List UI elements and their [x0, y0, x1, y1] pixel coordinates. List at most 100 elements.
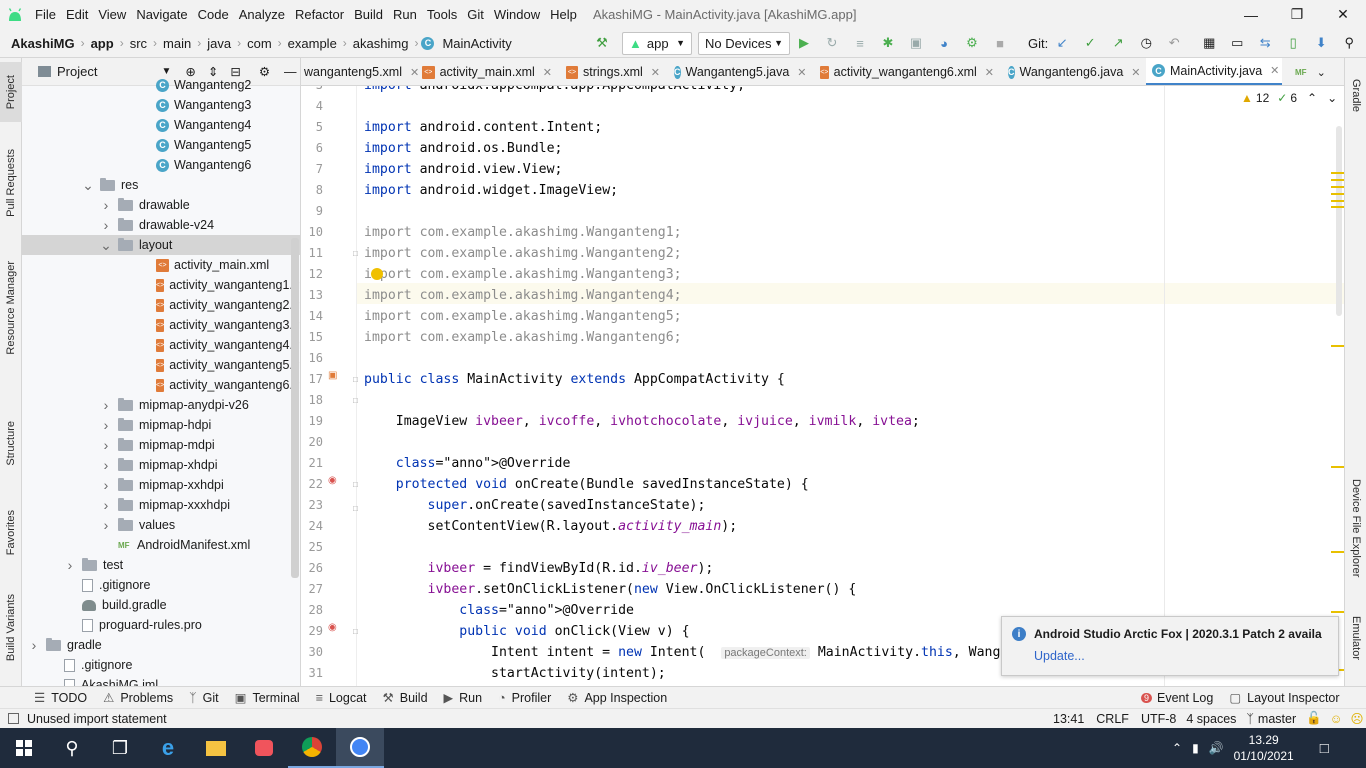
breadcrumb-akashimg[interactable]: AkashiMG: [8, 36, 78, 51]
bottom-tab-run[interactable]: ▶ Run: [444, 690, 483, 706]
project-structure-icon[interactable]: ▦: [1198, 31, 1220, 55]
device-select[interactable]: No Devices ▼: [698, 31, 790, 55]
close-icon[interactable]: ✕: [1131, 66, 1140, 79]
warning-stripe-mark[interactable]: [1331, 611, 1344, 613]
bottom-tab-profiler[interactable]: ◔ Profiler: [498, 691, 551, 705]
maximize-button[interactable]: ❐: [1274, 0, 1320, 29]
fold-icon[interactable]: □: [353, 504, 358, 513]
tool-tab-project[interactable]: Project: [0, 62, 22, 122]
close-icon[interactable]: ✕: [985, 66, 994, 79]
fold-icon[interactable]: □: [353, 249, 358, 258]
breadcrumb-mainactivity[interactable]: MainActivity: [439, 36, 514, 51]
profile-icon[interactable]: ◕: [933, 31, 955, 55]
close-icon[interactable]: ✕: [543, 66, 552, 79]
caret-position[interactable]: 13:41: [1053, 712, 1084, 726]
intention-bulb-icon[interactable]: [371, 268, 383, 280]
tree-item-activity-main-xml[interactable]: <> activity_main.xml: [22, 255, 300, 275]
tree-item-mipmap-xxxhdpi[interactable]: › mipmap-xxxhdpi: [22, 495, 300, 515]
git-branch[interactable]: master: [1258, 712, 1296, 726]
tree-item-mipmap-hdpi[interactable]: › mipmap-hdpi: [22, 415, 300, 435]
tool-tab-structure[interactable]: Structure: [0, 408, 22, 478]
tree-item-activity-wanganteng2-xml[interactable]: <> activity_wanganteng2.xml: [22, 295, 300, 315]
line-separator[interactable]: CRLF: [1096, 712, 1129, 726]
chevron-up-icon[interactable]: ⌃: [1172, 741, 1182, 755]
bottom-tab-git[interactable]: ᛉ Git: [189, 691, 219, 705]
lock-icon[interactable]: 🔓: [1306, 711, 1322, 726]
event-log-tab[interactable]: 9 Event Log: [1141, 691, 1213, 705]
tool-tab-favorites[interactable]: Favorites: [0, 498, 22, 568]
tool-tab-device-file-explorer[interactable]: Device File Explorer: [1345, 468, 1366, 588]
menu-refactor[interactable]: Refactor: [290, 0, 349, 29]
android-studio-icon[interactable]: [336, 728, 384, 768]
sync-gradle-icon[interactable]: ⇆: [1254, 31, 1276, 55]
apply-code-changes-icon[interactable]: ≡: [849, 31, 871, 55]
tab-wanganteng5-java[interactable]: C Wanganteng5.java ✕: [668, 58, 807, 85]
chevron-down-icon[interactable]: ⌄: [100, 237, 112, 254]
device-manager-icon[interactable]: ▭: [1226, 31, 1248, 55]
tab-overflow-menu[interactable]: MF ⌄: [1295, 58, 1343, 85]
tree-item-wanganteng5[interactable]: C Wanganteng5: [22, 135, 300, 155]
stop-icon[interactable]: ■: [989, 31, 1011, 55]
tree-item-test[interactable]: › test: [22, 555, 300, 575]
rollback-icon[interactable]: ↶: [1163, 31, 1185, 55]
override-marker-icon[interactable]: ◉: [328, 475, 337, 486]
file-explorer-icon[interactable]: [192, 728, 240, 768]
chevron-right-icon[interactable]: ›: [100, 457, 112, 473]
breadcrumb-akashimg[interactable]: akashimg: [350, 36, 412, 51]
tool-tab-gradle[interactable]: Gradle: [1345, 66, 1366, 126]
tree-item-mipmap-anydpi-v26[interactable]: › mipmap-anydpi-v26: [22, 395, 300, 415]
tree-item-activity-wanganteng1-xml[interactable]: <> activity_wanganteng1.xml: [22, 275, 300, 295]
tree-item-layout[interactable]: ⌄ layout: [22, 235, 300, 255]
chevron-down-icon[interactable]: ⌄: [82, 177, 94, 194]
tab-strings-xml[interactable]: <> strings.xml ✕: [560, 58, 660, 85]
menu-navigate[interactable]: Navigate: [131, 0, 192, 29]
chevron-right-icon[interactable]: ›: [28, 637, 40, 653]
git-push-icon[interactable]: ↗: [1107, 31, 1129, 55]
close-icon[interactable]: ✕: [651, 66, 660, 79]
tab-activity-main-xml[interactable]: <> activity_main.xml ✕: [416, 58, 552, 85]
notification-center-icon[interactable]: □: [1320, 740, 1329, 757]
avd-manager-icon[interactable]: ▯: [1282, 31, 1304, 55]
breadcrumb-java[interactable]: java: [204, 36, 234, 51]
task-view-icon[interactable]: ❐: [96, 728, 144, 768]
bottom-tab-logcat[interactable]: ≡ Logcat: [316, 691, 367, 705]
tool-tab-build-variants[interactable]: Build Variants: [0, 583, 22, 673]
menu-help[interactable]: Help: [545, 0, 582, 29]
tree-item-build-gradle[interactable]: build.gradle: [22, 595, 300, 615]
chevron-right-icon[interactable]: ›: [100, 517, 112, 533]
menu-code[interactable]: Code: [193, 0, 234, 29]
tree-item-akashimg-iml[interactable]: AkashiMG.iml: [22, 675, 300, 686]
warning-stripe-mark[interactable]: [1331, 551, 1344, 553]
breadcrumb-main[interactable]: main: [160, 36, 194, 51]
bottom-tab-terminal[interactable]: ▣ Terminal: [235, 690, 300, 706]
menu-build[interactable]: Build: [349, 0, 388, 29]
close-icon[interactable]: ✕: [1270, 64, 1279, 77]
tree-item-mipmap-xhdpi[interactable]: › mipmap-xhdpi: [22, 455, 300, 475]
tree-item-wanganteng6[interactable]: C Wanganteng6: [22, 155, 300, 175]
fold-icon[interactable]: □: [353, 375, 358, 384]
tool-tab-emulator[interactable]: Emulator: [1345, 598, 1366, 678]
tree-item-drawable[interactable]: › drawable: [22, 195, 300, 215]
bottom-tab-todo[interactable]: ☰ TODO: [34, 690, 87, 706]
breadcrumb-src[interactable]: src: [127, 36, 150, 51]
warning-stripe-mark[interactable]: [1331, 179, 1344, 181]
menu-edit[interactable]: Edit: [61, 0, 93, 29]
close-button[interactable]: ✕: [1320, 0, 1366, 29]
debug-with-coverage-icon[interactable]: ⚙: [961, 31, 983, 55]
tree-item-mipmap-mdpi[interactable]: › mipmap-mdpi: [22, 435, 300, 455]
fold-icon[interactable]: □: [353, 480, 358, 489]
menu-tools[interactable]: Tools: [422, 0, 462, 29]
override-marker-icon[interactable]: ◉: [328, 622, 337, 633]
tree-item-drawable-v24[interactable]: › drawable-v24: [22, 215, 300, 235]
code-editor[interactable]: 3 4 5 6 7 8 9 10 11 12 13 14 15 16 17 18 19 20 21 22 23 24 25 2…: [301, 86, 1344, 686]
warning-stripe-mark[interactable]: [1331, 186, 1344, 188]
tree-item-res[interactable]: ⌄ res: [22, 175, 300, 195]
clock[interactable]: 13.29 01/10/2021: [1234, 732, 1294, 764]
file-encoding[interactable]: UTF-8: [1141, 712, 1176, 726]
hammer-icon[interactable]: ⚒: [591, 31, 613, 55]
git-commit-icon[interactable]: ✓: [1079, 31, 1101, 55]
tool-tab-pull-requests[interactable]: Pull Requests: [0, 138, 22, 228]
debug-icon[interactable]: ✱: [877, 31, 899, 55]
tree-item-activity-wanganteng3-xml[interactable]: <> activity_wanganteng3.xml: [22, 315, 300, 335]
update-link[interactable]: Update...: [1034, 649, 1085, 663]
